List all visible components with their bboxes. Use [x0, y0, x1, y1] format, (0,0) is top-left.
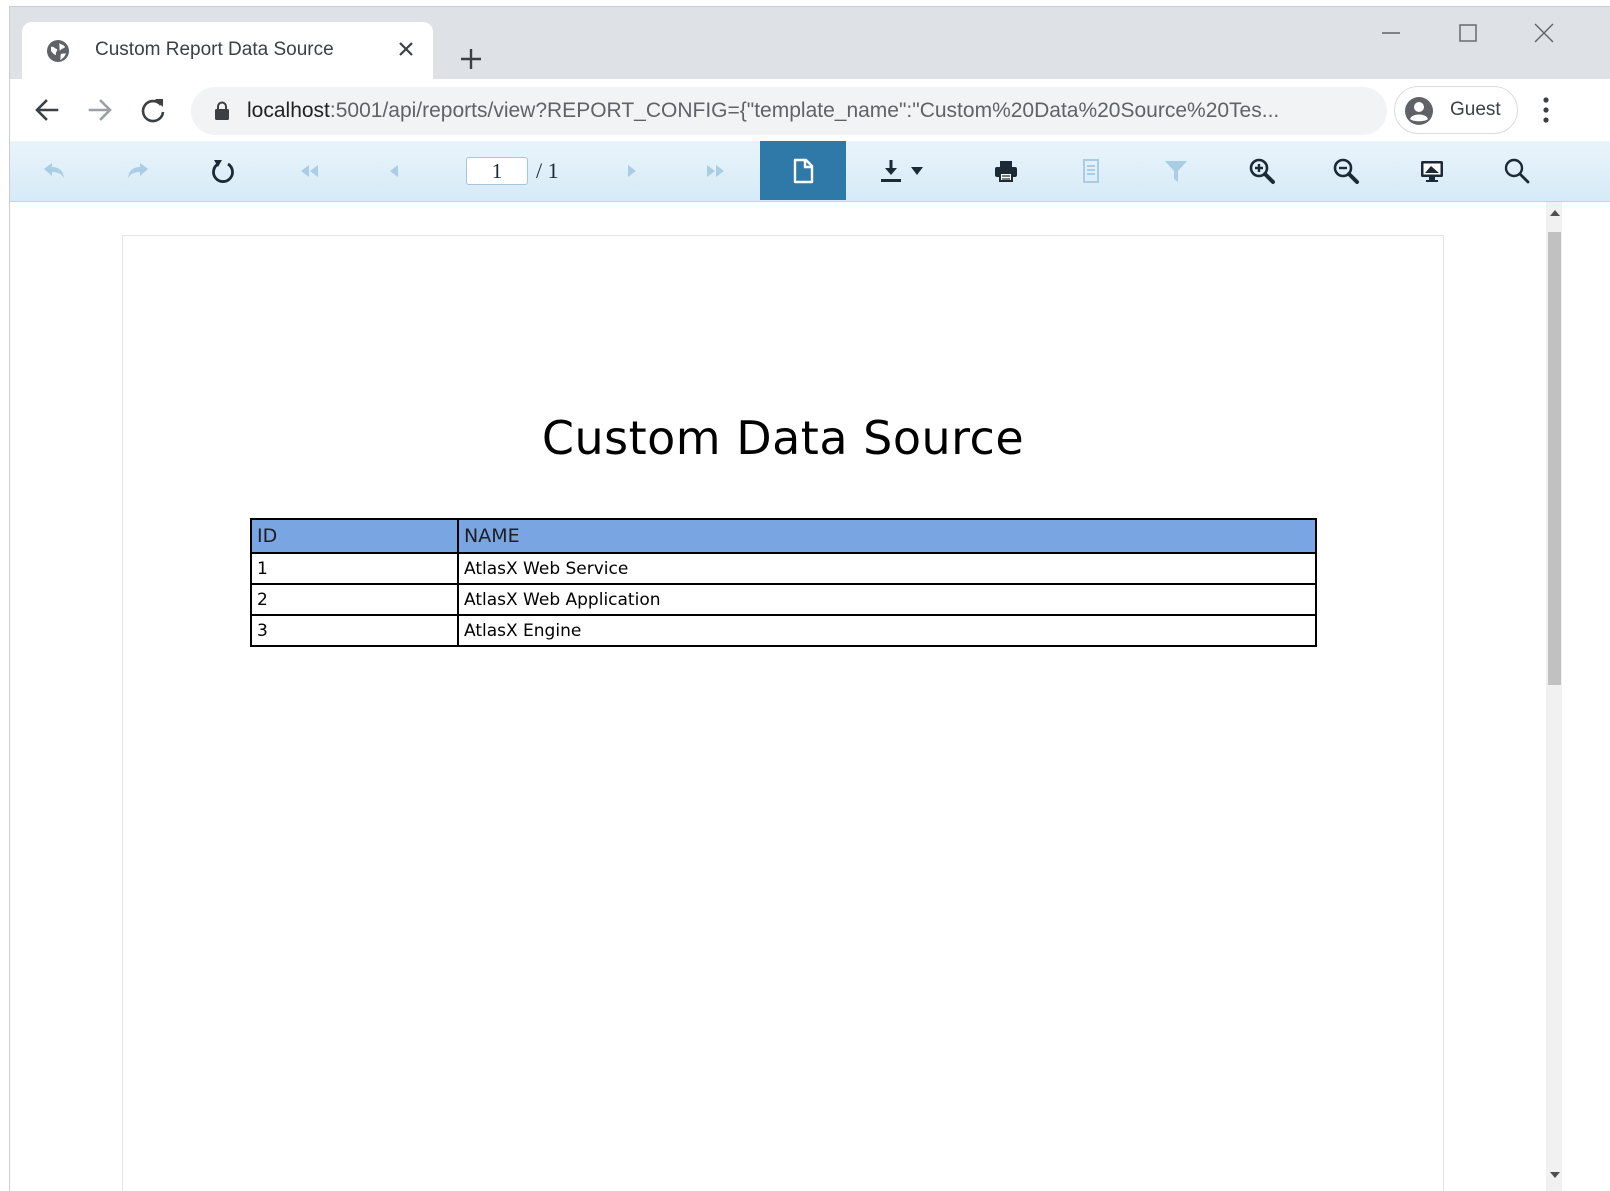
- zoom-in-icon: [1249, 158, 1275, 184]
- parameters-button[interactable]: [1134, 141, 1218, 200]
- next-page-button[interactable]: [590, 141, 674, 200]
- url-host: localhost: [247, 99, 330, 122]
- monitor-icon: [1421, 160, 1443, 182]
- previous-page-button[interactable]: [352, 141, 436, 200]
- view-mode-button[interactable]: [1390, 141, 1474, 200]
- export-button[interactable]: [861, 141, 947, 200]
- table-row: 1 AtlasX Web Service: [250, 552, 1317, 585]
- table-header-row: ID NAME: [250, 518, 1317, 554]
- report-viewport[interactable]: Custom Data Source ID NAME 1 AtlasX Web …: [10, 202, 1546, 1191]
- scroll-up-icon[interactable]: [1550, 210, 1560, 216]
- print-layout-button[interactable]: [760, 141, 846, 200]
- cell-id: 2: [250, 583, 459, 616]
- last-page-button[interactable]: [674, 141, 758, 200]
- profile-name: Guest: [1450, 99, 1501, 120]
- previous-page-icon: [390, 164, 398, 177]
- report-table: ID NAME 1 AtlasX Web Service 2 AtlasX We…: [250, 518, 1317, 647]
- globe-icon: [47, 40, 69, 62]
- next-page-icon: [628, 164, 636, 177]
- document-icon: [1083, 158, 1099, 183]
- page-navigator: / 1: [466, 157, 559, 185]
- maximize-icon[interactable]: [1454, 19, 1482, 47]
- account-icon: [1405, 97, 1433, 125]
- close-window-icon[interactable]: [1530, 19, 1558, 47]
- printer-icon: [995, 160, 1017, 182]
- browser-tab[interactable]: Custom Report Data Source: [22, 22, 433, 79]
- report-page: Custom Data Source ID NAME 1 AtlasX Web …: [122, 235, 1444, 1191]
- table-row: 2 AtlasX Web Application: [250, 583, 1317, 616]
- reload-icon[interactable]: [136, 93, 170, 127]
- address-bar[interactable]: localhost:5001/api/reports/view?REPORT_C…: [191, 87, 1387, 135]
- download-icon: [881, 159, 923, 182]
- search-icon: [1504, 158, 1530, 183]
- undo-button[interactable]: [12, 141, 96, 200]
- undo-icon: [44, 162, 64, 178]
- page-total: / 1: [536, 158, 559, 183]
- url-path: :5001/api/reports/view?REPORT_CONFIG={"t…: [329, 99, 1280, 122]
- close-tab-icon[interactable]: [394, 37, 418, 61]
- scroll-thumb[interactable]: [1548, 232, 1561, 685]
- url-text[interactable]: localhost:5001/api/reports/view?REPORT_C…: [247, 99, 1375, 123]
- profile-button[interactable]: Guest: [1394, 86, 1518, 134]
- cell-name: AtlasX Web Application: [457, 583, 1317, 616]
- filter-icon: [1165, 160, 1187, 182]
- print-button[interactable]: [964, 141, 1048, 200]
- browser-window: Custom Report Data Source localhost:5001…: [9, 6, 1610, 1191]
- tab-title: Custom Report Data Source: [95, 39, 334, 60]
- first-page-button[interactable]: [267, 141, 351, 200]
- table-row: 3 AtlasX Engine: [250, 614, 1317, 647]
- cell-name: AtlasX Engine: [457, 614, 1317, 647]
- minimize-icon[interactable]: [1377, 19, 1405, 47]
- redo-icon: [128, 162, 148, 178]
- vertical-scrollbar[interactable]: [1546, 202, 1562, 1191]
- new-tab-icon[interactable]: [457, 45, 485, 73]
- zoom-out-button[interactable]: [1304, 141, 1388, 200]
- lock-icon[interactable]: [213, 101, 231, 121]
- report-title: Custom Data Source: [541, 411, 1025, 465]
- report-viewer-toolbar: / 1: [10, 141, 1610, 202]
- scroll-down-icon[interactable]: [1550, 1172, 1560, 1178]
- first-page-icon: [301, 164, 318, 177]
- back-arrow-icon[interactable]: [30, 93, 64, 127]
- last-page-icon: [707, 164, 724, 177]
- redo-button[interactable]: [96, 141, 180, 200]
- browser-toolbar: localhost:5001/api/reports/view?REPORT_C…: [10, 79, 1610, 142]
- refresh-icon: [212, 159, 234, 183]
- document-map-button[interactable]: [1049, 141, 1133, 200]
- column-header-name: NAME: [457, 518, 1317, 554]
- refresh-report-button[interactable]: [181, 141, 265, 200]
- search-button[interactable]: [1475, 141, 1559, 200]
- zoom-out-icon: [1333, 158, 1359, 184]
- cell-id: 3: [250, 614, 459, 647]
- kebab-menu-icon[interactable]: [1532, 93, 1560, 127]
- tab-strip: Custom Report Data Source: [10, 7, 1610, 79]
- zoom-in-button[interactable]: [1220, 141, 1304, 200]
- forward-arrow-icon[interactable]: [83, 93, 117, 127]
- page-number-input[interactable]: [466, 157, 528, 185]
- page-icon: [793, 158, 814, 183]
- cell-id: 1: [250, 552, 459, 585]
- cell-name: AtlasX Web Service: [457, 552, 1317, 585]
- column-header-id: ID: [250, 518, 459, 554]
